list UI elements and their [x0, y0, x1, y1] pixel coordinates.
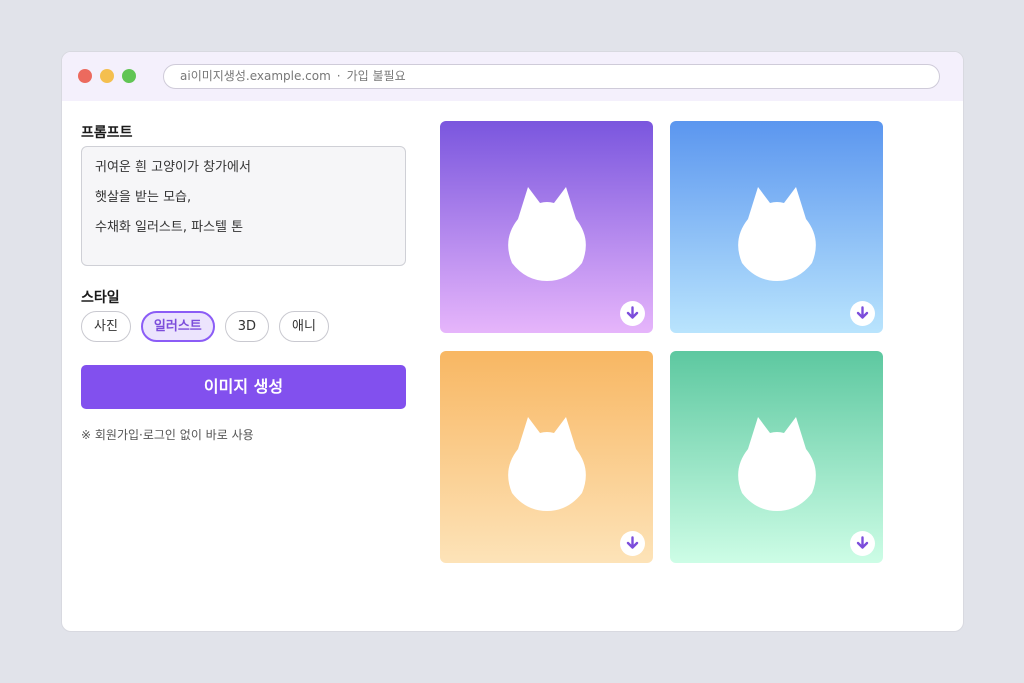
prompt-label: 프롬프트	[81, 125, 133, 141]
download-icon[interactable]	[850, 301, 875, 326]
prompt-textarea[interactable]: 귀여운 흰 고양이가 창가에서 햇살을 받는 모습, 수채화 일러스트, 파스텔…	[81, 146, 406, 266]
url-text: ai이미지생성.example.com	[180, 69, 331, 83]
prompt-line: 수채화 일러스트, 파스텔 톤	[95, 220, 244, 235]
result-image-grid	[440, 121, 884, 564]
download-icon[interactable]	[620, 531, 645, 556]
style-options: 사진 일러스트 3D 애니	[81, 311, 406, 342]
prompt-line: 햇살을 받는 모습,	[95, 190, 192, 205]
url-note: 가입 불필요	[346, 69, 406, 83]
generate-image-button[interactable]: 이미지 생성	[81, 365, 406, 409]
browser-titlebar: ai이미지생성.example.com · 가입 불필요	[62, 52, 963, 101]
result-image[interactable]	[670, 351, 883, 563]
minimize-window-button[interactable]	[100, 69, 114, 83]
result-image[interactable]	[670, 121, 883, 333]
browser-window: ai이미지생성.example.com · 가입 불필요 프롬프트 귀여운 흰 고양…	[61, 51, 964, 632]
style-chip-illustration[interactable]: 일러스트	[140, 311, 215, 342]
address-bar[interactable]: ai이미지생성.example.com · 가입 불필요	[163, 64, 940, 89]
maximize-window-button[interactable]	[122, 69, 136, 83]
result-image[interactable]	[440, 121, 653, 333]
cat-silhouette-icon	[738, 417, 816, 511]
no-signup-note: ※ 회원가입·로그인 없이 바로 사용	[81, 428, 254, 442]
style-chip-photo[interactable]: 사진	[81, 311, 131, 342]
style-label: 스타일	[81, 290, 120, 306]
prompt-line: 귀여운 흰 고양이가 창가에서	[95, 160, 251, 175]
style-chip-3d[interactable]: 3D	[224, 311, 270, 342]
style-chip-anime[interactable]: 애니	[279, 311, 329, 342]
control-panel: 프롬프트 귀여운 흰 고양이가 창가에서 햇살을 받는 모습, 수채화 일러스트…	[81, 122, 406, 443]
close-window-button[interactable]	[78, 69, 92, 83]
cat-silhouette-icon	[508, 187, 586, 281]
download-icon[interactable]	[620, 301, 645, 326]
cat-silhouette-icon	[738, 187, 816, 281]
url-separator: ·	[336, 69, 341, 83]
result-image[interactable]	[440, 351, 653, 563]
download-icon[interactable]	[850, 531, 875, 556]
cat-silhouette-icon	[508, 417, 586, 511]
